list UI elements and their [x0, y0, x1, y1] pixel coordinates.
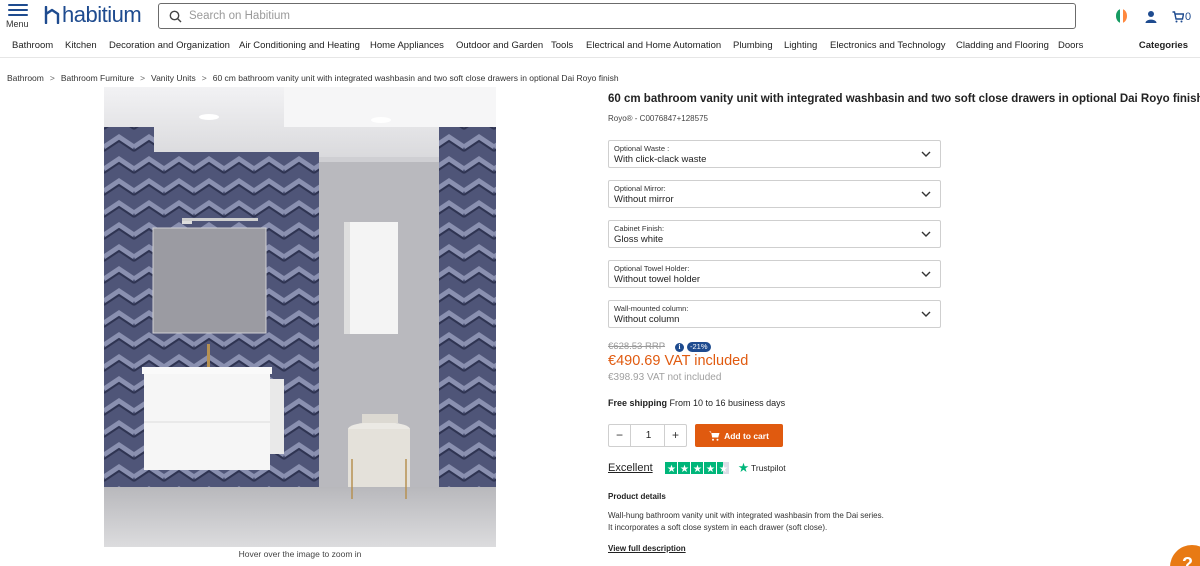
quantity-input[interactable] [632, 427, 665, 444]
trustpilot-star [665, 462, 677, 474]
option-value: Without mirror [614, 194, 674, 205]
logo-house-icon [44, 6, 60, 24]
quantity-increase-button[interactable]: + [664, 425, 686, 446]
breadcrumb-separator: > [140, 73, 146, 83]
logo-text: habitium [62, 2, 142, 27]
hamburger-icon [8, 4, 28, 19]
add-to-cart-button[interactable]: Add to cart [695, 424, 783, 447]
search-bar[interactable] [158, 3, 1076, 29]
shipping-info: Free shipping From 10 to 16 business day… [608, 398, 785, 408]
trustpilot-brand: Trustpilot [751, 462, 786, 473]
ireland-flag-icon[interactable] [1116, 9, 1127, 23]
info-icon[interactable]: i [675, 343, 684, 352]
chat-icon: ? [1182, 554, 1193, 566]
categories-button[interactable]: Categories [1139, 40, 1188, 51]
option-mirror-select[interactable]: Optional Mirror: Without mirror [608, 180, 941, 208]
trustpilot-rating-text[interactable]: Excellent [608, 462, 653, 474]
nav-item-electronics[interactable]: Electronics and Technology [830, 40, 945, 51]
breadcrumb-separator: > [201, 73, 207, 83]
shipping-time: From 10 to 16 business days [667, 398, 786, 408]
option-label: Cabinet Finish: [614, 224, 665, 233]
habitium-logo[interactable]: habitium [44, 2, 142, 27]
zoom-hint: Hover over the image to zoom in [238, 549, 362, 559]
chevron-down-icon [921, 271, 931, 277]
option-value: With click-clack waste [614, 154, 707, 165]
trustpilot-star-icon [738, 462, 749, 472]
trustpilot-star [678, 462, 690, 474]
search-input[interactable] [189, 7, 1049, 25]
nav-item-bathroom[interactable]: Bathroom [12, 40, 53, 51]
breadcrumb-separator: > [49, 73, 55, 83]
option-column-select[interactable]: Wall-mounted column: Without column [608, 300, 941, 328]
category-nav: Bathroom Kitchen Decoration and Organiza… [0, 34, 1200, 58]
search-icon [169, 10, 182, 23]
price-vat-excluded: €398.93 VAT not included [608, 372, 722, 383]
nav-item-cladding[interactable]: Cladding and Flooring [956, 40, 1049, 51]
breadcrumb: Bathroom > Bathroom Furniture > Vanity Units… [7, 73, 619, 83]
option-cabinet-finish-select[interactable]: Cabinet Finish: Gloss white [608, 220, 941, 248]
nav-item-electrical[interactable]: Electrical and Home Automation [586, 40, 721, 51]
nav-item-lighting[interactable]: Lighting [784, 40, 817, 51]
breadcrumb-vanity-units[interactable]: Vanity Units [151, 73, 196, 83]
trustpilot-star [691, 462, 703, 474]
nav-item-doors[interactable]: Doors [1058, 40, 1083, 51]
nav-item-decoration[interactable]: Decoration and Organization [109, 40, 230, 51]
add-to-cart-label: Add to cart [724, 430, 769, 441]
chevron-down-icon [921, 311, 931, 317]
product-title: 60 cm bathroom vanity unit with integrat… [608, 93, 1200, 105]
discount-badge: -21% [687, 342, 711, 352]
trustpilot-logo[interactable]: Trustpilot [738, 462, 786, 473]
menu-button[interactable]: Menu [6, 3, 30, 31]
nav-item-home-appliances[interactable]: Home Appliances [370, 40, 444, 51]
nav-item-tools[interactable]: Tools [551, 40, 573, 51]
cart-count: 0 [1185, 11, 1192, 23]
trustpilot-stars [665, 462, 730, 474]
nav-item-air-conditioning[interactable]: Air Conditioning and Heating [239, 40, 360, 51]
nav-item-outdoor-garden[interactable]: Outdoor and Garden [456, 40, 543, 51]
product-details-heading: Product details [608, 492, 666, 501]
header-cart-button[interactable]: 0 [1172, 9, 1191, 25]
option-label: Optional Waste : [614, 144, 670, 153]
price-vat-included: €490.69 VAT included [608, 353, 749, 369]
option-value: Gloss white [614, 234, 664, 245]
product-details-line: Wall-hung bathroom vanity unit with inte… [608, 511, 884, 520]
breadcrumb-current: 60 cm bathroom vanity unit with integrat… [212, 73, 619, 83]
view-full-description-link[interactable]: View full description [608, 544, 686, 553]
price-rrp: €628.53 RRP [608, 341, 666, 352]
breadcrumb-bathroom[interactable]: Bathroom [7, 73, 44, 83]
menu-label: Menu [6, 19, 29, 29]
option-label: Wall-mounted column: [614, 304, 689, 313]
option-label: Optional Mirror: [614, 184, 666, 193]
option-waste-select[interactable]: Optional Waste : With click-clack waste [608, 140, 941, 168]
chevron-down-icon [921, 191, 931, 197]
trustpilot-star [717, 462, 729, 474]
cart-icon [1172, 11, 1184, 23]
quantity-decrease-button[interactable]: − [609, 425, 631, 446]
shipping-label: Free shipping [608, 398, 668, 408]
option-towel-holder-select[interactable]: Optional Towel Holder: Without towel hol… [608, 260, 941, 288]
product-image[interactable] [104, 87, 496, 547]
quantity-stepper: − + [608, 424, 687, 447]
user-icon[interactable] [1145, 9, 1157, 25]
nav-item-plumbing[interactable]: Plumbing [733, 40, 773, 51]
trustpilot-star [704, 462, 716, 474]
chevron-down-icon [921, 231, 931, 237]
site-header: Menu habitium 0 [0, 0, 1200, 34]
breadcrumb-bathroom-furniture[interactable]: Bathroom Furniture [61, 73, 134, 83]
product-details-line: It incorporates a soft close system in e… [608, 523, 828, 532]
chevron-down-icon [921, 151, 931, 157]
product-sku: Royo® - C0076847+128575 [608, 114, 708, 123]
option-label: Optional Towel Holder: [614, 264, 690, 273]
option-value: Without column [614, 314, 680, 325]
chat-help-button[interactable]: ? [1170, 545, 1200, 566]
nav-item-kitchen[interactable]: Kitchen [65, 40, 97, 51]
cart-icon [709, 431, 720, 441]
option-value: Without towel holder [614, 274, 701, 285]
